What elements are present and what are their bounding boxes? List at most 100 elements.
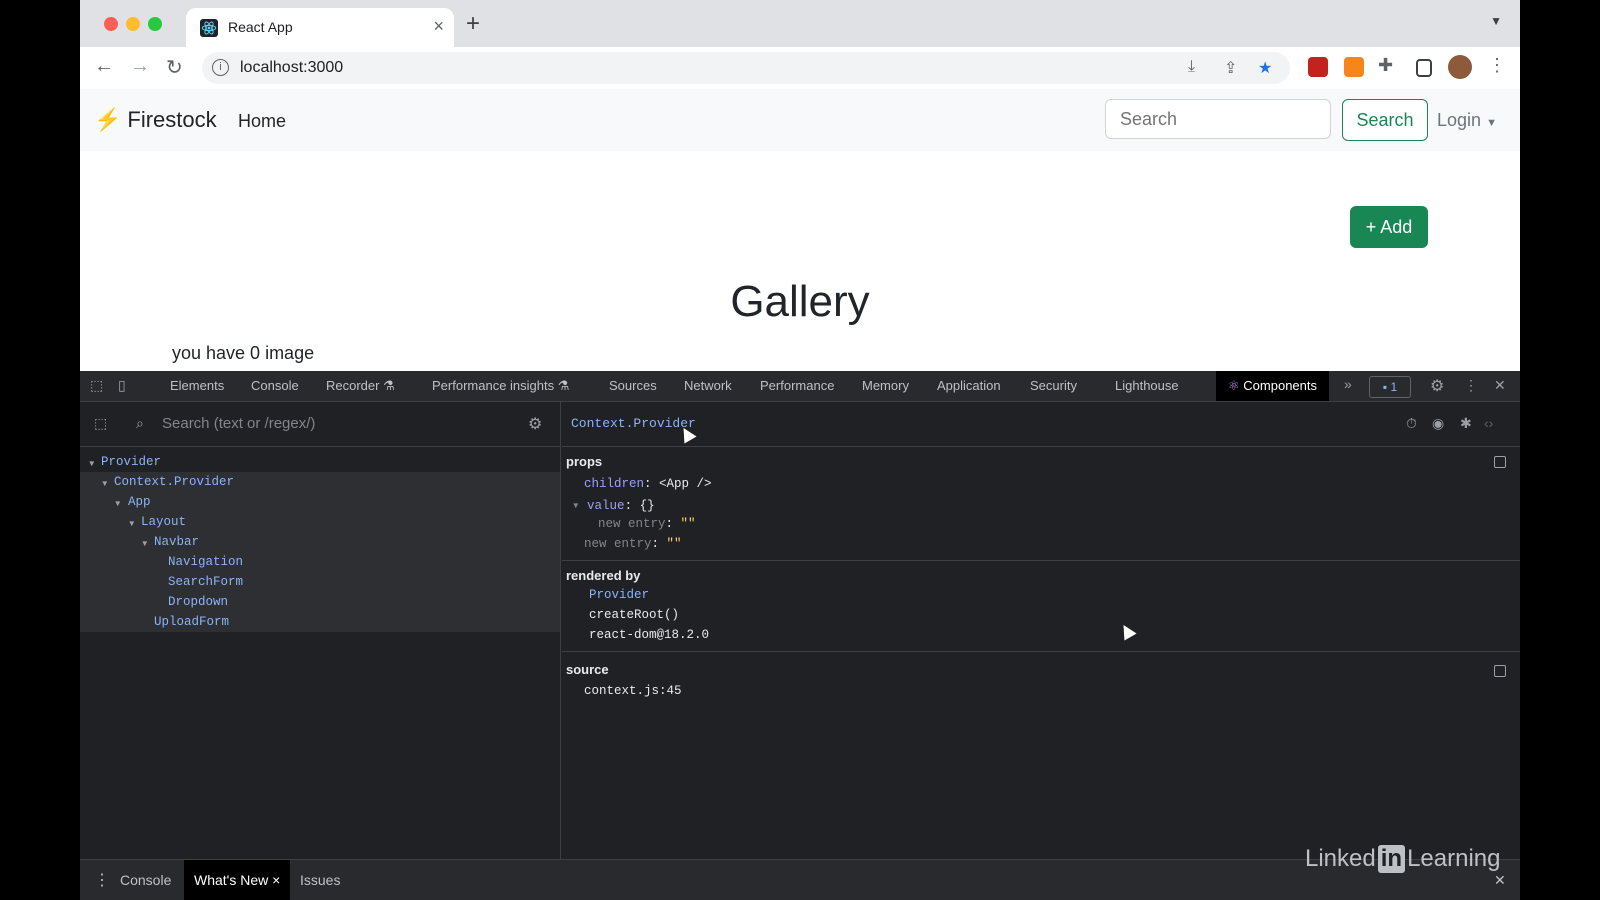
tab-performance[interactable]: Performance — [760, 378, 834, 393]
metamask-icon[interactable] — [1344, 57, 1364, 77]
tab-elements[interactable]: Elements — [170, 378, 224, 393]
tree-item-uploadform[interactable]: UploadForm — [80, 612, 560, 632]
tab-console[interactable]: Console — [251, 378, 299, 393]
props-label: props — [566, 454, 603, 469]
tree-item-navbar[interactable]: ▾ Navbar — [80, 532, 560, 552]
search-button[interactable]: Search — [1342, 99, 1428, 141]
tab-sources[interactable]: Sources — [609, 378, 657, 393]
close-window-button[interactable] — [104, 17, 118, 31]
device-toolbar-icon[interactable]: ▯ — [118, 377, 126, 394]
copy-icon[interactable] — [1494, 665, 1506, 677]
tree-item-label: Navigation — [168, 555, 244, 569]
add-button[interactable]: + Add — [1350, 206, 1428, 248]
tree-item-layout[interactable]: ▾ Layout — [80, 512, 560, 532]
source-location[interactable]: context.js:45 — [584, 684, 682, 698]
login-label: Login — [1437, 110, 1482, 130]
zoom-window-button[interactable] — [148, 17, 162, 31]
site-info-icon[interactable]: i — [212, 59, 229, 76]
gear-icon[interactable]: ⚙ — [1430, 376, 1444, 396]
new-entry[interactable]: new entry: "" — [584, 537, 682, 551]
tree-item-context-provider[interactable]: ▾ Context.Provider — [80, 472, 560, 492]
watermark-logo: in — [1377, 845, 1406, 873]
search-input[interactable] — [1105, 99, 1331, 139]
tree-item-navigation[interactable]: Navigation — [80, 552, 560, 572]
side-panel-icon[interactable] — [1416, 59, 1432, 77]
url-text: localhost:3000 — [240, 59, 344, 76]
brand-name: Firestock — [127, 107, 217, 132]
page-content: ⚡Firestock Home Search Login ▼ + Add Gal… — [80, 89, 1520, 371]
divider — [562, 560, 1520, 561]
tab-recorder[interactable]: Recorder ⚗ — [326, 378, 395, 394]
copy-icon[interactable] — [1494, 456, 1506, 468]
more-tabs-icon[interactable]: » — [1344, 376, 1352, 392]
nav-link-home[interactable]: Home — [238, 111, 286, 132]
divider — [562, 651, 1520, 652]
entry-value: "" — [680, 517, 696, 531]
tree-item-label: SearchForm — [168, 575, 244, 589]
tree-item-provider[interactable]: ▾ Provider — [80, 452, 560, 472]
react-components-icon: ⚛ — [1228, 378, 1240, 393]
tab-network[interactable]: Network — [684, 378, 732, 393]
extension-icon[interactable] — [1308, 57, 1328, 77]
kebab-menu-icon[interactable]: ⋮ — [1488, 55, 1506, 76]
tab-components[interactable]: ⚛ Components — [1216, 371, 1329, 401]
prop-children[interactable]: children: <App /> — [584, 477, 712, 491]
rendered-by-react-dom: react-dom@18.2.0 — [589, 628, 710, 642]
close-drawer-icon[interactable]: ✕ — [1494, 872, 1506, 889]
tab-lighthouse[interactable]: Lighthouse — [1115, 378, 1179, 393]
forward-arrow-icon[interactable]: → — [130, 55, 150, 78]
install-icon[interactable]: ⤓ — [1188, 58, 1195, 76]
drawer-tab-whats-new[interactable]: What's New × — [184, 860, 291, 900]
reload-icon[interactable]: ↻ — [166, 55, 183, 80]
tree-item-searchform[interactable]: SearchForm — [80, 572, 560, 592]
drawer-tab-issues[interactable]: Issues — [300, 872, 340, 888]
prop-key: value — [587, 499, 625, 513]
entry-value: "" — [666, 537, 682, 551]
tab-close-icon[interactable]: × — [433, 16, 444, 37]
close-icon[interactable]: × — [272, 872, 280, 888]
tab-memory[interactable]: Memory — [862, 378, 909, 393]
stopwatch-icon[interactable]: ⏱ — [1406, 415, 1417, 432]
eye-icon[interactable]: ◉ — [1432, 415, 1444, 432]
tree-search-input[interactable]: Search (text or /regex/) — [162, 415, 315, 432]
drawer-tab-console[interactable]: Console — [120, 872, 171, 888]
share-icon[interactable]: ⇪ — [1224, 58, 1237, 78]
watermark-text: Learning — [1407, 845, 1501, 872]
prop-value-object[interactable]: ▾ value: {} — [572, 497, 655, 513]
flask-icon: ⚗ — [557, 378, 570, 393]
new-entry-nested[interactable]: new entry: "" — [598, 517, 696, 531]
entry-key: new entry — [598, 517, 666, 531]
minimize-window-button[interactable] — [126, 17, 140, 31]
chevron-down-icon[interactable]: ▼ — [1490, 14, 1502, 28]
tab-performance-insights[interactable]: Performance insights ⚗ — [432, 378, 569, 394]
tree-item-dropdown[interactable]: Dropdown — [80, 592, 560, 612]
browser-tab[interactable]: React App × — [186, 8, 454, 47]
avatar[interactable] — [1448, 55, 1472, 79]
caret-down-icon: ▾ — [141, 537, 149, 551]
image-count-text: you have 0 image — [172, 343, 315, 363]
code-icon[interactable]: ‹› — [1484, 415, 1493, 431]
tree-item-app[interactable]: ▾ App — [80, 492, 560, 512]
tab-security[interactable]: Security — [1030, 378, 1077, 393]
inspector-header: Context.Provider ⏱ ◉ ✱ ‹› — [562, 402, 1520, 447]
rendered-by-provider[interactable]: Provider — [589, 588, 649, 602]
inspect-element-icon[interactable]: ⬚ — [90, 377, 103, 394]
new-tab-icon[interactable]: + — [466, 10, 480, 38]
bookmark-star-icon[interactable]: ★ — [1258, 58, 1272, 78]
caret-down-icon: ▾ — [101, 477, 109, 491]
close-icon[interactable]: ✕ — [1494, 377, 1506, 394]
back-arrow-icon[interactable]: ← — [94, 55, 114, 78]
bug-icon[interactable]: ✱ — [1460, 415, 1472, 432]
tab-application[interactable]: Application — [937, 378, 1001, 393]
issues-badge[interactable]: ▪ 1 — [1369, 376, 1411, 398]
login-dropdown[interactable]: Login ▼ — [1437, 110, 1497, 131]
brand[interactable]: ⚡ Firestock — [94, 107, 217, 133]
puzzle-icon[interactable]: ✚ — [1378, 55, 1393, 76]
kebab-menu-icon[interactable]: ⋮ — [1464, 377, 1478, 394]
caret-down-icon: ▾ — [114, 497, 122, 511]
address-bar[interactable]: i localhost:3000 ⤓ ⇪ ★ — [202, 52, 1290, 84]
select-element-icon[interactable]: ⬚ — [94, 415, 107, 432]
gear-icon[interactable]: ⚙ — [528, 414, 542, 434]
kebab-menu-icon[interactable]: ⋮ — [94, 870, 110, 890]
tree-item-label: Provider — [101, 455, 162, 469]
